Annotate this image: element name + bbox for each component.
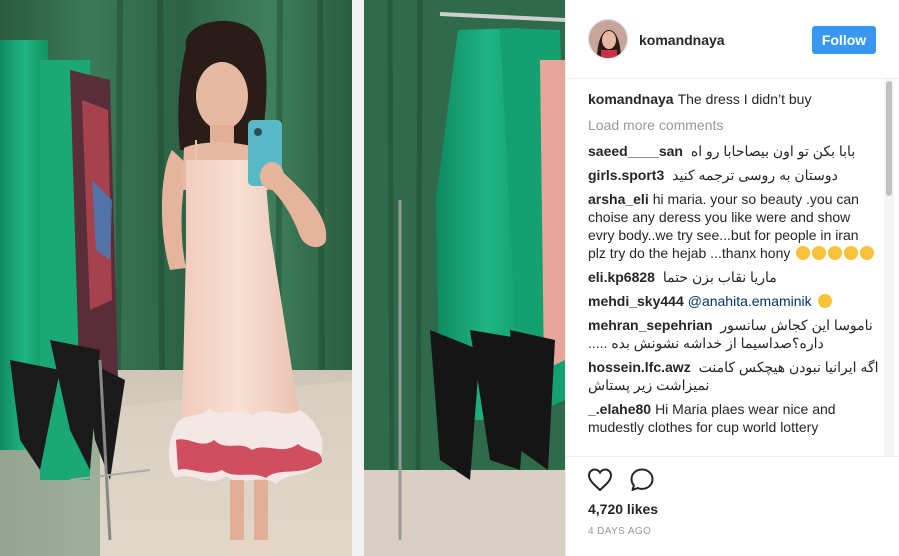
- comment-username[interactable]: mehran_sepehrian: [588, 317, 713, 333]
- follow-button[interactable]: Follow: [812, 26, 876, 54]
- post-actions: 4,720 likes 4 DAYS AGO: [566, 456, 899, 556]
- post-header: komandnaya Follow: [566, 0, 899, 79]
- comment-item: _.elahe80 Hi Maria plaes wear nice and mu…: [588, 400, 880, 436]
- comment-username[interactable]: _.elahe80: [588, 401, 651, 417]
- blush-emoji-icon: [812, 246, 827, 260]
- load-more-comments-link[interactable]: Load more comments: [588, 116, 880, 134]
- heart-eyes-emoji-icon: [828, 246, 843, 260]
- caption: komandnaya The dress I didn’t buy: [588, 90, 880, 108]
- comment-username[interactable]: eli.kp6828: [588, 269, 655, 285]
- comment-username[interactable]: girls.sport3: [588, 167, 664, 183]
- heart-eyes-emoji-icon: [860, 246, 875, 260]
- post-timestamp[interactable]: 4 DAYS AGO: [588, 526, 651, 537]
- comments-scrollbar[interactable]: [884, 79, 894, 456]
- comment-item: mehdi_sky444 @anahita.emaminik: [588, 292, 880, 310]
- post-image: [0, 0, 565, 556]
- comments-list[interactable]: komandnaya The dress I didn’t buy Load mo…: [588, 90, 880, 456]
- heart-eyes-emoji-icon: [844, 246, 859, 260]
- comment-item: mehran_sepehrian ناموسا این کجاش سانسور …: [588, 316, 880, 352]
- comment-item: eli.kp6828 ماریا نقاب بزن حتما: [588, 268, 880, 286]
- comment-item: saeed____san بابا بکن تو اون بیصاحابا رو…: [588, 142, 880, 160]
- comment-username[interactable]: hossein.lfc.awz: [588, 359, 691, 375]
- comment-bubble-icon[interactable]: [628, 466, 656, 494]
- blush-emoji-icon: [796, 246, 811, 260]
- heart-icon[interactable]: [586, 466, 614, 494]
- caption-text: The dress I didn’t buy: [677, 91, 812, 107]
- comment-item: girls.sport3 دوستان به روسی ترجمه کنید: [588, 166, 880, 184]
- comment-username[interactable]: mehdi_sky444: [588, 293, 684, 309]
- laughing-emoji-icon: [817, 294, 832, 308]
- post-photo[interactable]: [0, 0, 565, 556]
- comment-text: بابا بکن تو اون بیصاحابا رو اه: [690, 143, 856, 159]
- comment-mention-link[interactable]: @anahita.emaminik: [688, 293, 812, 309]
- scrollbar-thumb[interactable]: [886, 81, 892, 196]
- avatar[interactable]: [588, 19, 628, 59]
- caption-username[interactable]: komandnaya: [588, 91, 674, 107]
- comment-text: ماریا نقاب بزن حتما: [662, 269, 777, 285]
- header-username[interactable]: komandnaya: [639, 32, 725, 48]
- avatar-image: [589, 20, 627, 58]
- comment-text: دوستان به روسی ترجمه کنید: [672, 167, 838, 183]
- comment-item: hossein.lfc.awz اگه ایرانیا نبودن هیچکس …: [588, 358, 880, 394]
- comment-item: arsha_eli hi maria. your so beauty .you c…: [588, 190, 880, 262]
- likes-count[interactable]: 4,720 likes: [588, 501, 658, 517]
- post-side-panel: komandnaya Follow komandnaya The dress I …: [565, 0, 899, 556]
- comment-username[interactable]: saeed____san: [588, 143, 683, 159]
- comment-username[interactable]: arsha_eli: [588, 191, 649, 207]
